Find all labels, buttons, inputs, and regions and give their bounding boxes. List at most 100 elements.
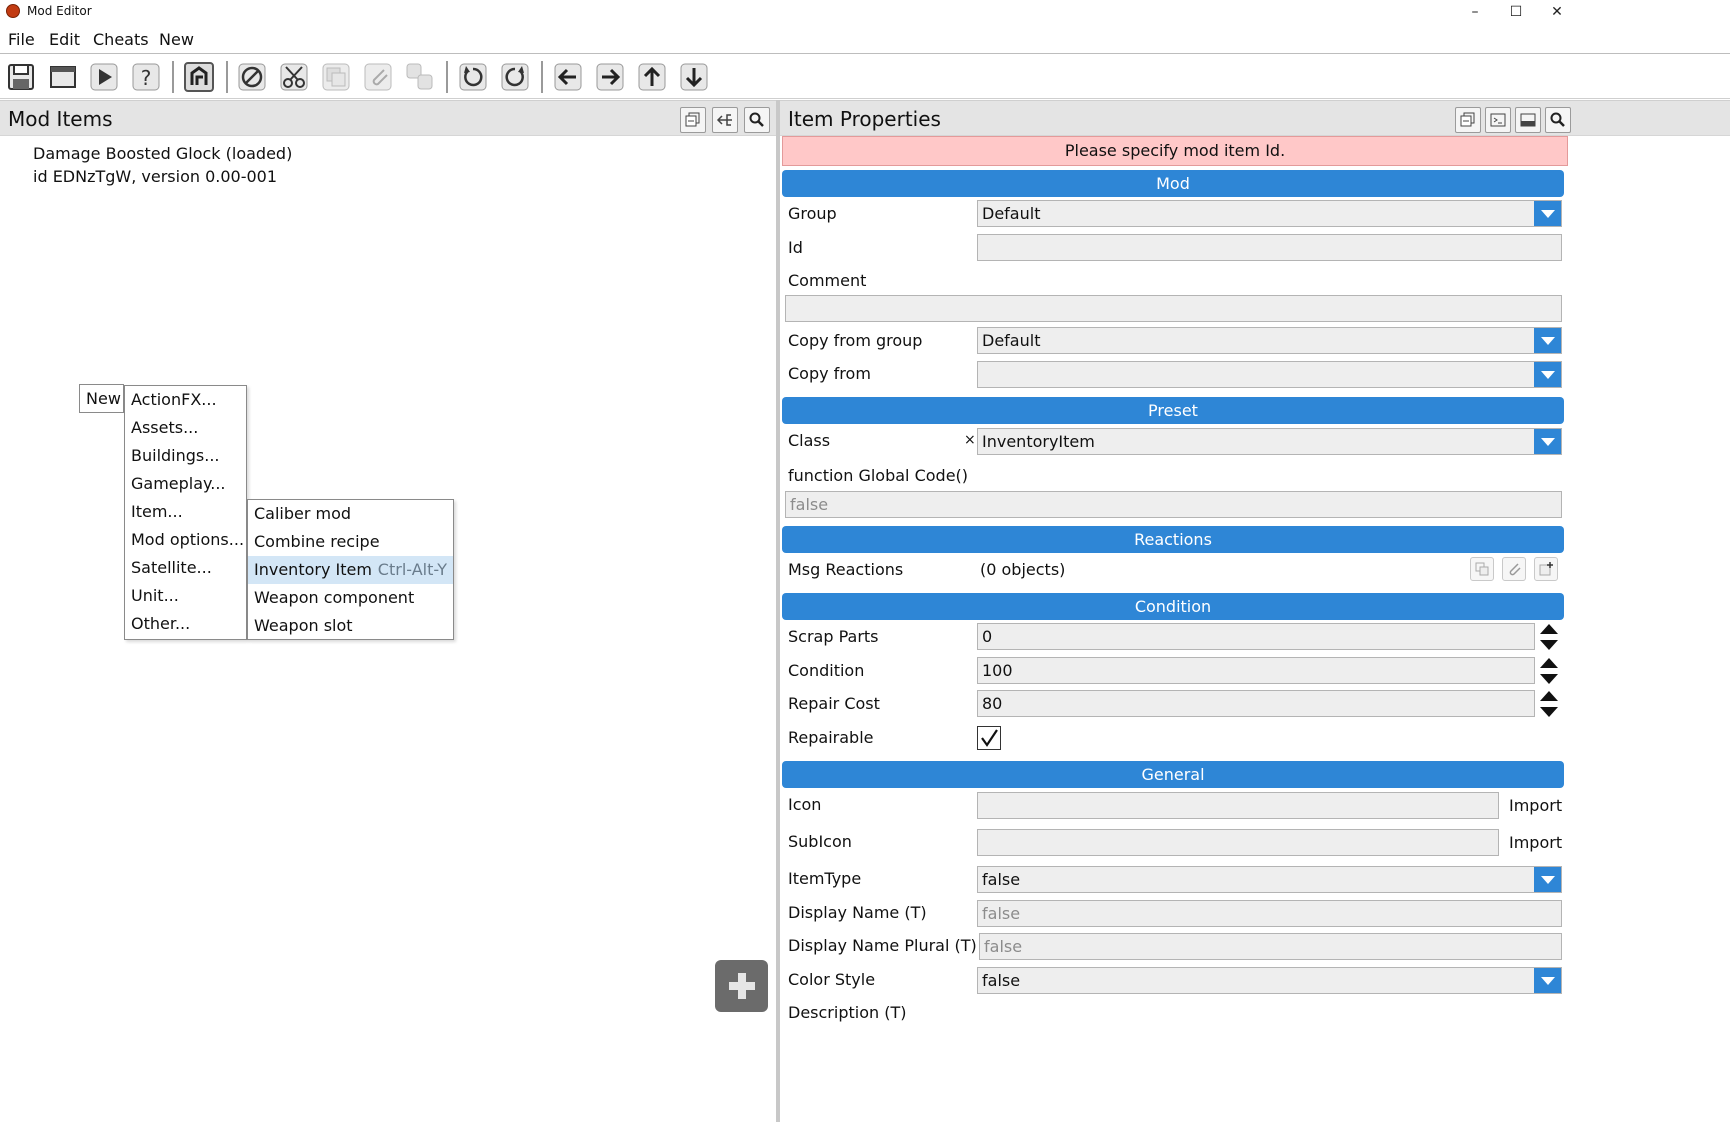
console-icon[interactable] (1485, 107, 1511, 133)
undo-icon[interactable] (455, 59, 491, 95)
label-group: Group (788, 204, 837, 223)
mod-name[interactable]: Damage Boosted Glock (loaded) (33, 144, 292, 163)
menu-item-other[interactable]: Other... (125, 610, 246, 638)
new-item-menu: ActionFX... Assets... Buildings... Gamep… (124, 385, 247, 640)
add-item-button[interactable] (715, 960, 768, 1012)
arrow-up-icon[interactable] (634, 59, 670, 95)
copy-icon[interactable] (1470, 557, 1494, 581)
disable-icon[interactable] (234, 59, 270, 95)
icon-import-button[interactable]: Import (1509, 796, 1562, 815)
icon-field[interactable] (977, 792, 1499, 819)
menu-item-unit[interactable]: Unit... (125, 582, 246, 610)
label-comment: Comment (788, 271, 867, 290)
paste-icon[interactable] (360, 59, 396, 95)
menu-item-satellite[interactable]: Satellite... (125, 554, 246, 582)
help-icon[interactable]: ? (128, 59, 164, 95)
repairable-checkbox[interactable] (977, 726, 1001, 750)
chevron-down-icon (1534, 362, 1561, 387)
scrap-parts-spinner[interactable] (1538, 620, 1560, 654)
collapse-all-icon[interactable] (680, 107, 706, 133)
menu-edit[interactable]: Edit (49, 30, 80, 49)
spinner-arrows-icon (1540, 658, 1558, 684)
search-icon[interactable] (744, 107, 770, 133)
submenu-weapon-slot[interactable]: Weapon slot (248, 612, 453, 640)
menu-item-mod-options[interactable]: Mod options... (125, 526, 246, 554)
section-condition[interactable]: Condition (782, 593, 1564, 620)
cut-icon[interactable] (276, 59, 312, 95)
label-color-style: Color Style (788, 970, 876, 989)
add-icon[interactable] (1534, 557, 1558, 581)
label-subicon: SubIcon (788, 832, 852, 851)
copy-from-group-select[interactable]: Default (977, 327, 1562, 354)
window-icon[interactable] (45, 59, 81, 95)
svg-text:?: ? (141, 66, 152, 90)
maximize-button[interactable]: ☐ (1493, 0, 1539, 24)
toolbar-separator (172, 61, 174, 93)
display-name-field[interactable]: false (977, 900, 1562, 927)
play-icon[interactable] (86, 59, 122, 95)
mod-id-version: id EDNzTgW, version 0.00-001 (33, 167, 278, 186)
dock-panel-icon[interactable] (1515, 107, 1541, 133)
label-class: Class (788, 431, 831, 450)
redo-icon[interactable] (497, 59, 533, 95)
arrow-left-icon[interactable] (550, 59, 586, 95)
copy-from-select[interactable] (977, 361, 1562, 388)
label-icon: Icon (788, 795, 822, 814)
class-select[interactable]: InventoryItem (977, 428, 1562, 455)
collapse-all-icon[interactable] (1455, 107, 1481, 133)
duplicate-icon[interactable] (402, 59, 438, 95)
menu-item-assets[interactable]: Assets... (125, 414, 246, 442)
toolbar: ? (0, 55, 1730, 99)
class-clear-button[interactable]: × (964, 432, 976, 448)
repair-cost-spinner[interactable] (1538, 687, 1560, 721)
menu-file[interactable]: File (8, 30, 35, 49)
condition-field[interactable]: 100 (977, 657, 1535, 684)
item-properties-header: Item Properties (780, 100, 1730, 136)
tree-link-icon[interactable] (712, 107, 738, 133)
menu-new[interactable]: New (159, 30, 194, 49)
error-message: Please specify mod item Id. (782, 136, 1568, 166)
submenu-combine-recipe[interactable]: Combine recipe (248, 528, 453, 556)
section-mod[interactable]: Mod (782, 170, 1564, 197)
arrow-down-icon[interactable] (676, 59, 712, 95)
color-style-select[interactable]: false (977, 967, 1562, 994)
section-reactions[interactable]: Reactions (782, 526, 1564, 553)
condition-spinner[interactable] (1538, 654, 1560, 688)
group-select[interactable]: Default (977, 200, 1562, 227)
menu-item-actionfx[interactable]: ActionFX... (125, 386, 246, 414)
minimize-button[interactable]: – (1452, 0, 1498, 24)
submenu-weapon-component[interactable]: Weapon component (248, 584, 453, 612)
mod-items-header: Mod Items (0, 100, 776, 136)
menu-item-gameplay[interactable]: Gameplay... (125, 470, 246, 498)
copy-icon[interactable] (318, 59, 354, 95)
search-icon[interactable] (1545, 107, 1571, 133)
menu-item-buildings[interactable]: Buildings... (125, 442, 246, 470)
repair-cost-field[interactable]: 80 (977, 690, 1535, 717)
menu-item-item[interactable]: Item... (125, 498, 246, 526)
display-name-plural-field[interactable]: false (979, 933, 1562, 960)
global-code-field[interactable]: false (785, 491, 1562, 518)
subicon-field[interactable] (977, 829, 1499, 856)
class-value: InventoryItem (982, 432, 1095, 451)
section-preset[interactable]: Preset (782, 397, 1564, 424)
menu-cheats[interactable]: Cheats (93, 30, 149, 49)
close-button[interactable]: ✕ (1534, 0, 1580, 24)
section-general[interactable]: General (782, 761, 1564, 788)
arrow-right-icon[interactable] (592, 59, 628, 95)
scrap-parts-field[interactable]: 0 (977, 623, 1535, 650)
submenu-inventory-item[interactable]: Inventory Item Ctrl-Alt-Y (248, 556, 453, 584)
label-display-name-plural: Display Name Plural (T) (788, 936, 977, 955)
save-icon[interactable] (3, 59, 39, 95)
label-msg-reactions: Msg Reactions (788, 560, 904, 579)
test-mod-icon[interactable] (181, 59, 217, 95)
chevron-down-icon (1534, 429, 1561, 454)
id-field[interactable] (977, 234, 1562, 261)
chevron-down-icon (1534, 968, 1561, 993)
comment-field[interactable] (785, 295, 1562, 322)
submenu-caliber-mod[interactable]: Caliber mod (248, 500, 453, 528)
spinner-arrows-icon (1540, 691, 1558, 717)
subicon-import-button[interactable]: Import (1509, 833, 1562, 852)
paste-icon[interactable] (1502, 557, 1526, 581)
app-logo-icon (6, 4, 20, 18)
item-type-select[interactable]: false (977, 866, 1562, 893)
